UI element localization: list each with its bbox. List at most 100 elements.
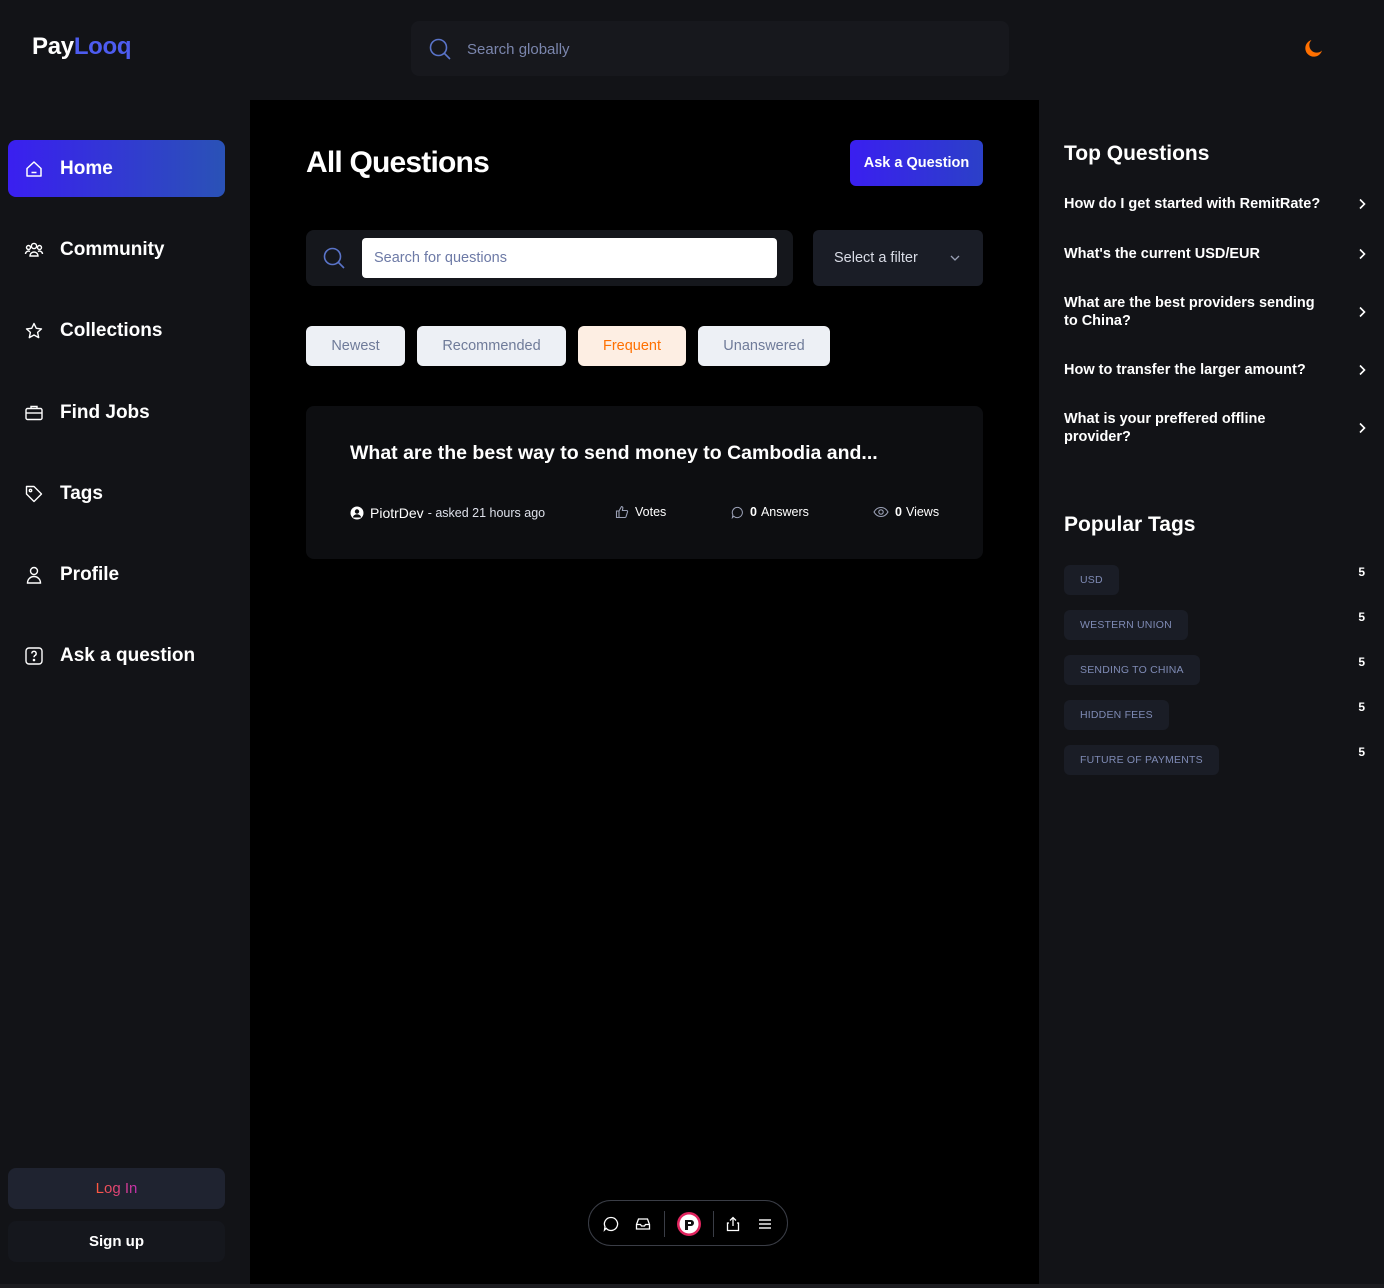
filter-recommended-button[interactable]: Recommended (417, 326, 566, 366)
top-question-item[interactable]: What's the current USD/EUR (1064, 245, 1369, 263)
briefcase-icon (25, 405, 43, 420)
question-title[interactable]: What are the best way to send money to C… (350, 442, 940, 465)
question-search (306, 230, 793, 286)
right-sidebar: Top Questions How do I get started with … (1039, 100, 1384, 1288)
tag-row: FUTURE OF PAYMENTS 5 (1064, 745, 1369, 775)
answers-label: Answers (760, 505, 809, 519)
chevron-right-icon (1359, 248, 1366, 260)
bottom-edge (0, 1284, 1384, 1288)
tag-count: 5 (1358, 655, 1365, 669)
left-sidebar: Home Community Collections Find Jobs Tag… (0, 100, 250, 1288)
filter-newest-button[interactable]: Newest (306, 326, 405, 366)
search-icon (323, 247, 345, 269)
top-questions-title: Top Questions (1064, 142, 1210, 165)
answers-count: 0 (750, 505, 757, 519)
top-question-item[interactable]: What are the best providers sending to C… (1064, 294, 1369, 330)
question-author[interactable]: PiotrDev - asked 21 hours ago (350, 505, 545, 521)
top-question-item[interactable]: How do I get started with RemitRate? (1064, 195, 1369, 213)
filter-frequent-button[interactable]: Frequent (578, 326, 686, 366)
app-logo-icon[interactable] (676, 1211, 702, 1237)
chevron-right-icon (1359, 306, 1366, 318)
chevron-right-icon (1359, 422, 1366, 434)
sidebar-item-label: Collections (60, 319, 163, 341)
comment-icon (731, 506, 743, 519)
filter-select[interactable]: Select a filter (813, 230, 983, 286)
tag-count: 5 (1358, 565, 1365, 579)
question-views: 0 Views (873, 505, 939, 519)
dock-divider (713, 1211, 714, 1237)
sidebar-item-home[interactable]: Home (8, 140, 225, 197)
top-question-item[interactable]: What is your preffered offline provider? (1064, 410, 1369, 446)
chevron-right-icon (1359, 364, 1366, 376)
page-title: All Questions (306, 146, 490, 179)
top-bar: PayLooq (0, 0, 1384, 100)
tag-count: 5 (1358, 745, 1365, 759)
tag-row: HIDDEN FEES 5 (1064, 700, 1369, 730)
top-question-text: How to transfer the larger amount? (1064, 362, 1306, 378)
signup-button[interactable]: Sign up (8, 1221, 225, 1262)
inbox-icon[interactable] (634, 1215, 652, 1233)
sidebar-item-label: Home (60, 157, 113, 179)
ask-question-button[interactable]: Ask a Question (850, 140, 983, 186)
chevron-down-icon (950, 255, 960, 261)
menu-icon[interactable] (756, 1215, 774, 1233)
asked-time: - asked 21 hours ago (427, 506, 546, 520)
author-name: PiotrDev (370, 505, 424, 521)
star-icon (25, 322, 43, 338)
users-icon (24, 242, 44, 257)
sidebar-item-label: Find Jobs (60, 401, 150, 423)
tag-row: SENDING TO CHINA 5 (1064, 655, 1369, 685)
question-answers: 0 Answers (731, 505, 809, 519)
question-votes: Votes (615, 505, 666, 519)
tag-pill[interactable]: USD (1064, 565, 1119, 595)
tag-pill[interactable]: WESTERN UNION (1064, 610, 1188, 640)
top-question-text: What's the current USD/EUR (1064, 246, 1260, 262)
thumbs-up-icon (615, 505, 629, 519)
sidebar-item-profile[interactable]: Profile (8, 546, 225, 603)
top-question-text: How do I get started with RemitRate? (1064, 196, 1321, 212)
moon-icon[interactable] (1302, 36, 1326, 60)
login-button[interactable]: Log In (8, 1168, 225, 1209)
sidebar-item-tags[interactable]: Tags (8, 465, 225, 522)
search-icon (429, 38, 451, 60)
tag-count: 5 (1358, 610, 1365, 624)
filter-select-value: Select a filter (834, 250, 918, 266)
sidebar-item-label: Profile (60, 563, 120, 585)
comment-icon[interactable] (602, 1215, 620, 1233)
sidebar-item-ask-question[interactable]: Ask a question (8, 627, 225, 684)
top-question-item[interactable]: How to transfer the larger amount? (1064, 361, 1369, 379)
sidebar-item-collections[interactable]: Collections (8, 302, 225, 359)
tag-row: WESTERN UNION 5 (1064, 610, 1369, 640)
tag-icon (25, 485, 43, 502)
tag-pill[interactable]: SENDING TO CHINA (1064, 655, 1200, 685)
brand-name-part1: Pay (32, 33, 74, 60)
global-search-input[interactable] (467, 35, 987, 63)
share-icon[interactable] (724, 1215, 742, 1233)
tag-row: USD 5 (1064, 565, 1369, 595)
popular-tags-title: Popular Tags (1064, 513, 1196, 536)
dock-divider (664, 1211, 665, 1237)
question-card: What are the best way to send money to C… (306, 406, 983, 559)
question-search-input[interactable] (362, 238, 777, 278)
sidebar-item-label: Ask a question (60, 644, 196, 666)
top-question-text: What are the best providers sending to C… (1064, 295, 1315, 329)
sidebar-item-find-jobs[interactable]: Find Jobs (8, 384, 225, 441)
top-question-text: What is your preffered offline provider? (1064, 411, 1266, 445)
views-count: 0 (895, 505, 902, 519)
login-label: Log In (95, 1180, 138, 1197)
tag-count: 5 (1358, 700, 1365, 714)
sidebar-item-label: Tags (60, 482, 103, 504)
eye-icon (873, 506, 889, 518)
sidebar-item-community[interactable]: Community (8, 221, 225, 278)
tag-pill[interactable]: FUTURE OF PAYMENTS (1064, 745, 1219, 775)
home-icon (26, 160, 42, 177)
brand-logo[interactable]: PayLooq (32, 33, 132, 61)
brand-name-part2: Looq (73, 33, 132, 60)
tag-pill[interactable]: HIDDEN FEES (1064, 700, 1169, 730)
question-icon (25, 646, 43, 665)
chevron-right-icon (1359, 198, 1366, 210)
filter-unanswered-button[interactable]: Unanswered (698, 326, 830, 366)
bottom-dock (588, 1200, 788, 1246)
global-search (411, 21, 1009, 76)
votes-label: Votes (635, 505, 667, 519)
